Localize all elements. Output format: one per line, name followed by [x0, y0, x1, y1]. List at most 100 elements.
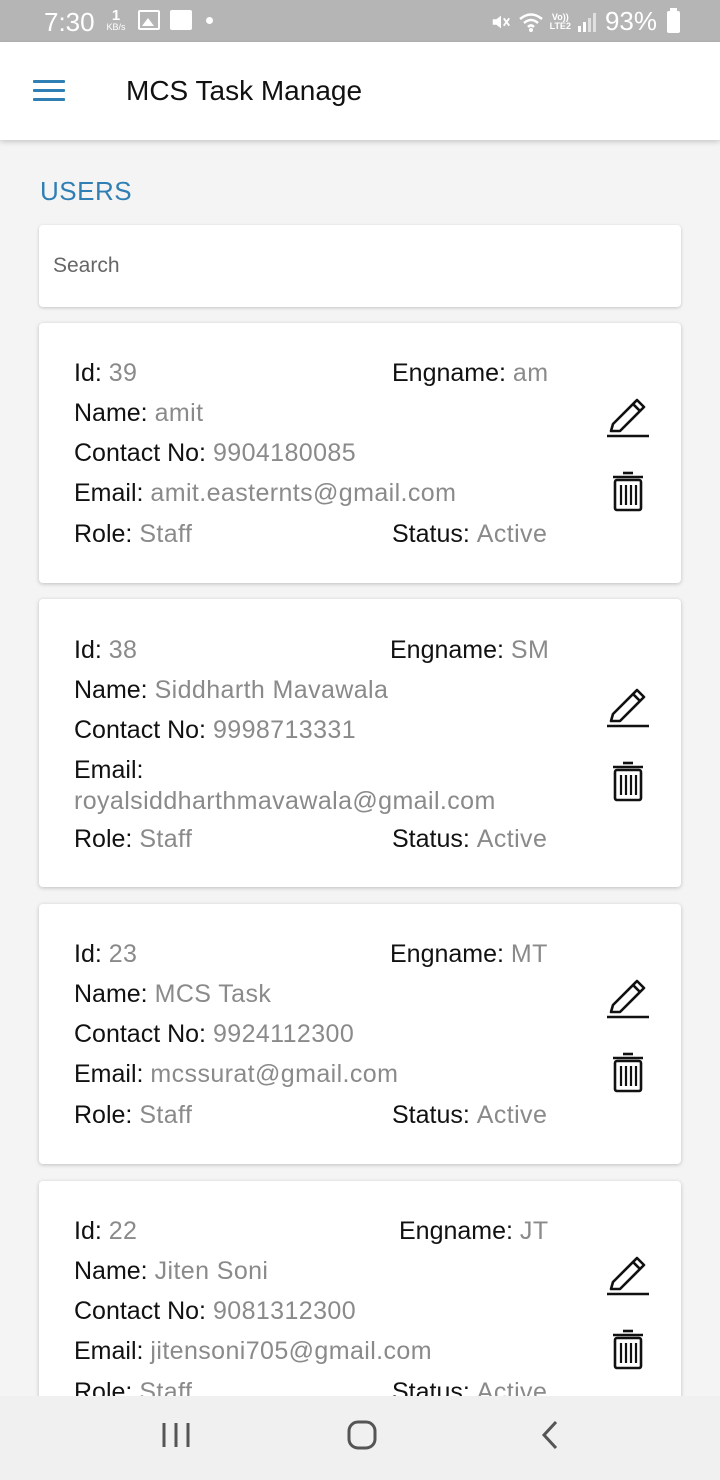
id-label: Id: [74, 940, 102, 968]
network-speed-unit: KB/s [106, 22, 126, 32]
role-label: Role: [74, 1101, 133, 1129]
engname-value: SM [510, 636, 550, 664]
contact-label: Contact No: [74, 1297, 207, 1325]
id-value: 23 [108, 940, 138, 968]
network-speed-value: 1 [111, 7, 121, 24]
home-icon[interactable] [346, 1420, 378, 1450]
email-value: royalsiddharthmavawala@gmail.com [74, 787, 496, 815]
id-label: Id: [74, 359, 102, 387]
engname-label: Engname: [390, 636, 504, 664]
edit-pencil-icon[interactable] [605, 976, 651, 1022]
battery-icon [667, 7, 680, 33]
name-field: Name: Siddharth Mavawala [74, 675, 388, 705]
status-label: Status: [392, 1101, 470, 1129]
status-label: Status: [392, 520, 470, 548]
delete-trash-icon[interactable] [611, 1328, 645, 1370]
email-value-row: royalsiddharthmavawala@gmail.com [74, 786, 496, 816]
wifi-icon [518, 12, 543, 32]
role-label: Role: [74, 825, 133, 853]
name-value: Jiten Soni [154, 1257, 269, 1285]
email-field: Email: [74, 755, 143, 785]
id-field: Id: 22 [74, 1216, 137, 1246]
status-label: Status: [392, 825, 470, 853]
id-field: Id: 23 [74, 939, 137, 969]
name-label: Name: [74, 980, 148, 1008]
gallery-notification-icon [138, 10, 160, 30]
engname-label: Engname: [390, 940, 504, 968]
id-label: Id: [74, 636, 102, 664]
contact-label: Contact No: [74, 1020, 207, 1048]
id-value: 39 [108, 359, 138, 387]
status-field: Status: Active [392, 1100, 547, 1130]
app-title: MCS Task Manage [126, 75, 363, 106]
search-box [39, 225, 681, 307]
email-value: jitensoni705@gmail.com [150, 1337, 432, 1365]
contact-field: Contact No: 9081312300 [74, 1296, 356, 1326]
email-field: Email: mcssurat@gmail.com [74, 1059, 398, 1089]
search-input[interactable] [39, 225, 681, 307]
contact-label: Contact No: [74, 716, 207, 744]
email-label: Email: [74, 479, 144, 507]
edit-pencil-icon[interactable] [605, 685, 651, 731]
status-value: Active [476, 825, 548, 853]
page-title: USERS [40, 176, 133, 206]
email-value: amit.easternts@gmail.com [150, 479, 457, 507]
network-speed: 1 KB/s [102, 8, 130, 32]
engname-field: Engname: SM [390, 635, 549, 665]
name-label: Name: [74, 399, 148, 427]
battery-percent: 93% [604, 6, 657, 36]
engname-value: MT [510, 940, 548, 968]
signal-icon [577, 12, 596, 32]
name-value: MCS Task [154, 980, 272, 1008]
user-card: Id: 23 Engname: MT Name: MCS Task Contac… [39, 904, 681, 1164]
email-field: Email: amit.easternts@gmail.com [74, 478, 456, 508]
engname-label: Engname: [399, 1217, 513, 1245]
delete-trash-icon[interactable] [611, 1051, 645, 1093]
status-value: Active [476, 1101, 548, 1129]
hamburger-menu-icon[interactable] [33, 80, 65, 102]
role-field: Role: Staff [74, 824, 192, 854]
contact-field: Contact No: 9998713331 [74, 715, 356, 745]
back-icon[interactable] [538, 1420, 562, 1450]
recent-apps-icon[interactable] [160, 1420, 192, 1450]
engname-field: Engname: am [392, 358, 548, 388]
name-label: Name: [74, 676, 148, 704]
contact-label: Contact No: [74, 439, 207, 467]
delete-trash-icon[interactable] [611, 760, 645, 802]
delete-trash-icon[interactable] [611, 470, 645, 512]
calendar-notification-icon [170, 10, 192, 30]
email-label: Email: [74, 1060, 144, 1088]
edit-pencil-icon[interactable] [605, 1253, 651, 1299]
lte-label: LTE2 [549, 20, 571, 31]
engname-value: JT [519, 1217, 549, 1245]
user-card: Id: 38 Engname: SM Name: Siddharth Mavaw… [39, 599, 681, 887]
edit-pencil-icon[interactable] [605, 395, 651, 441]
role-value: Staff [139, 825, 193, 853]
status-value: Active [476, 520, 548, 548]
role-field: Role: Staff [74, 519, 192, 549]
app-bar: MCS Task Manage [0, 42, 720, 140]
id-field: Id: 38 [74, 635, 137, 665]
more-notifications-dot-icon [206, 16, 213, 24]
id-label: Id: [74, 1217, 102, 1245]
mute-icon [492, 15, 510, 28]
system-nav-bar [0, 1396, 720, 1480]
name-value: amit [154, 399, 204, 427]
engname-field: Engname: MT [390, 939, 548, 969]
contact-field: Contact No: 9924112300 [74, 1019, 354, 1049]
name-field: Name: amit [74, 398, 203, 428]
role-value: Staff [139, 1101, 193, 1129]
email-label: Email: [74, 756, 144, 784]
role-field: Role: Staff [74, 1100, 192, 1130]
name-label: Name: [74, 1257, 148, 1285]
status-bar: 7:30 1 KB/s Vo)) LTE2 93% [0, 0, 720, 42]
contact-value: 9924112300 [212, 1020, 355, 1048]
status-field: Status: Active [392, 519, 547, 549]
role-label: Role: [74, 520, 133, 548]
name-field: Name: Jiten Soni [74, 1256, 268, 1286]
name-value: Siddharth Mavawala [154, 676, 389, 704]
role-value: Staff [139, 520, 193, 548]
email-field: Email: jitensoni705@gmail.com [74, 1336, 432, 1366]
contact-field: Contact No: 9904180085 [74, 438, 356, 468]
email-label: Email: [74, 1337, 144, 1365]
